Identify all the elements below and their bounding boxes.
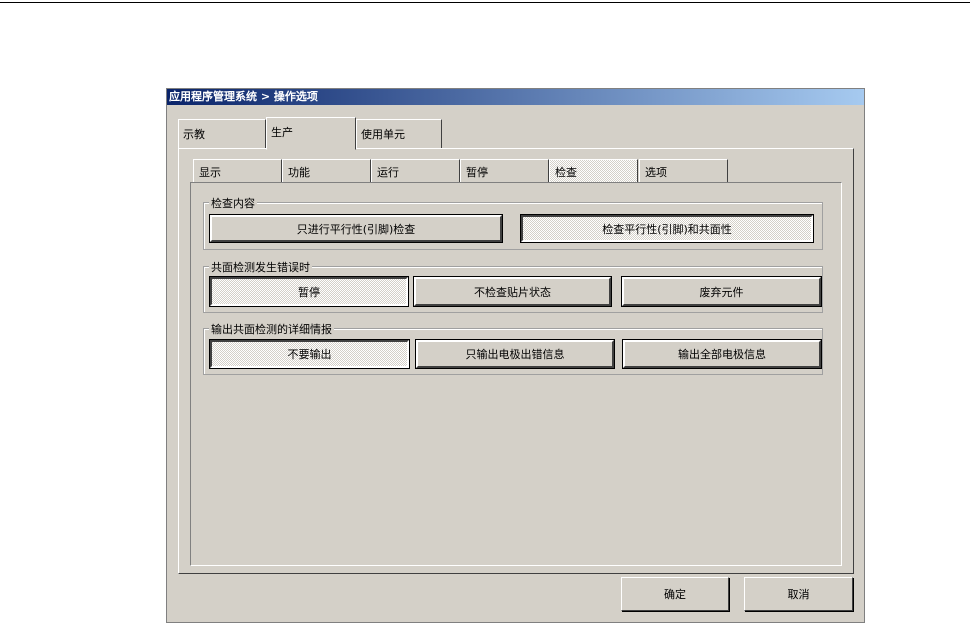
group-label: 共面检测发生错误时 — [209, 259, 312, 275]
parallel-only-button[interactable]: 只进行平行性(引脚)检查 — [209, 214, 503, 243]
skip-placement-check-button[interactable]: 不检查贴片状态 — [413, 276, 612, 307]
tab-display[interactable]: 显示 — [193, 159, 282, 183]
options-dialog: 应用程序管理系统 > 操作选项 示教 生产 使用单元 显示 功能 运行 暂停 检… — [166, 88, 865, 623]
tab-teach[interactable]: 示教 — [178, 119, 266, 149]
ok-button[interactable]: 确定 — [621, 577, 729, 611]
tab-check[interactable]: 检查 — [549, 159, 638, 183]
pause-button[interactable]: 暂停 — [209, 276, 409, 307]
title-bar: 应用程序管理系统 > 操作选项 — [167, 89, 864, 105]
top-divider — [0, 2, 970, 3]
group-label: 检查内容 — [209, 195, 257, 211]
cancel-button[interactable]: 取消 — [744, 577, 853, 611]
tab-production[interactable]: 生产 — [266, 117, 356, 150]
tab-run[interactable]: 运行 — [371, 159, 460, 183]
group-label: 输出共面检测的详细情报 — [209, 321, 334, 337]
tab-options[interactable]: 选项 — [639, 159, 728, 183]
discard-component-button[interactable]: 废弃元件 — [621, 276, 822, 307]
parallel-and-coplanarity-button[interactable]: 检查平行性(引脚)和共面性 — [520, 214, 814, 243]
output-error-electrodes-button[interactable]: 只输出电极出错信息 — [415, 339, 615, 369]
tab-units[interactable]: 使用单元 — [356, 119, 442, 149]
no-output-button[interactable]: 不要输出 — [209, 339, 410, 369]
tab-pause[interactable]: 暂停 — [460, 159, 549, 183]
tab-function[interactable]: 功能 — [282, 159, 371, 183]
output-all-electrodes-button[interactable]: 输出全部电极信息 — [622, 339, 822, 369]
